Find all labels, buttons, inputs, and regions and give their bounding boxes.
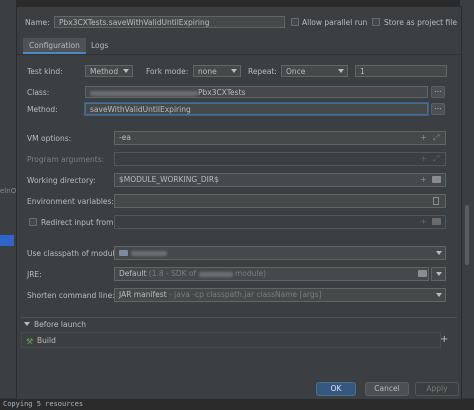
plus-icon[interactable]: +: [420, 134, 427, 142]
divider: [21, 317, 457, 318]
shorten-detail: - java -cp classpath.jar className [args…: [169, 290, 322, 299]
run-configuration-dialog: Name: Pbx3CXTests.saveWithValidUntilExpi…: [16, 6, 462, 400]
class-input[interactable]: Pbx3CXTests: [85, 86, 428, 98]
folder-icon[interactable]: [432, 176, 441, 183]
scrollbar-thumb[interactable]: [465, 205, 469, 265]
redacted-text: [131, 250, 167, 256]
console-text: Copying 5 resources: [3, 400, 84, 408]
allow-parallel-label: Allow parallel run: [302, 18, 368, 27]
env-vars-input[interactable]: [114, 194, 446, 208]
jre-detail-suffix: module): [234, 269, 267, 278]
method-browse-button[interactable]: ...: [431, 103, 445, 115]
left-panel-fragment: elnO: [0, 187, 17, 195]
fork-mode-select[interactable]: none: [193, 65, 241, 77]
before-launch-item[interactable]: Build: [37, 336, 56, 345]
plus-icon[interactable]: +: [420, 176, 427, 184]
name-label: Name:: [25, 18, 50, 27]
folder-icon[interactable]: [432, 218, 441, 225]
redirect-input-field[interactable]: [114, 215, 446, 229]
redacted-text: [90, 90, 198, 96]
store-project-label: Store as project file: [384, 18, 457, 27]
class-browse-button[interactable]: ...: [431, 86, 445, 98]
tabs-bar: Configuration Logs: [17, 38, 461, 55]
document-icon[interactable]: [433, 197, 439, 205]
jre-label: JRE:: [27, 270, 42, 279]
test-kind-label: Test kind:: [27, 67, 63, 76]
repeat-count-input[interactable]: 1: [355, 65, 447, 77]
env-vars-label: Environment variables:: [27, 197, 114, 206]
ok-button[interactable]: OK: [316, 382, 356, 396]
redirect-input-label: Redirect input from:: [41, 218, 116, 227]
shorten-label: Shorten command line:: [27, 291, 115, 300]
vm-options-value: -ea: [119, 133, 131, 142]
plus-icon[interactable]: +: [420, 218, 427, 226]
jre-value: Default: [119, 269, 147, 278]
expand-icon[interactable]: ⤢: [433, 134, 439, 142]
ide-left-panel: elnO: [0, 0, 16, 409]
class-label: Class:: [27, 88, 50, 97]
test-kind-select[interactable]: Method: [85, 65, 133, 77]
test-kind-value: Method: [90, 67, 119, 76]
folder-icon[interactable]: [418, 270, 427, 277]
left-panel-selection: [0, 235, 14, 246]
tab-logs[interactable]: Logs: [85, 38, 114, 54]
module-icon: [119, 250, 128, 256]
apply-button[interactable]: Apply: [415, 382, 459, 396]
ide-right-gutter: [460, 0, 474, 409]
chevron-down-icon: [231, 69, 237, 73]
vm-options-input[interactable]: -ea: [114, 131, 446, 145]
classpath-label: Use classpath of module:: [27, 249, 122, 258]
method-label: Method:: [27, 105, 58, 114]
repeat-value: Once: [286, 67, 306, 76]
before-launch-label[interactable]: Before launch: [34, 320, 86, 329]
method-input[interactable]: saveWithValidUntilExpiring: [85, 103, 428, 115]
shorten-command-select[interactable]: JAR manifest - java -cp classpath.jar cl…: [114, 288, 446, 302]
redirect-input-checkbox[interactable]: [29, 218, 37, 226]
collapse-triangle-icon[interactable]: [24, 322, 30, 326]
allow-parallel-checkbox[interactable]: [291, 18, 299, 26]
program-args-input[interactable]: [114, 152, 446, 166]
jre-detail-prefix: (1.8 - SDK of: [148, 269, 197, 278]
jre-input[interactable]: Default (1.8 - SDK of module): [114, 267, 429, 281]
cancel-button[interactable]: Cancel: [365, 382, 409, 396]
before-launch-list: ⚒ Build: [21, 332, 441, 348]
working-dir-label: Working directory:: [27, 176, 96, 185]
program-args-label: Program arguments:: [27, 155, 105, 164]
chevron-down-icon: [436, 251, 442, 255]
chevron-down-icon: [436, 272, 442, 276]
add-task-icon[interactable]: +: [440, 335, 448, 345]
fork-mode-label: Fork mode:: [146, 67, 189, 76]
chevron-down-icon: [436, 293, 442, 297]
shorten-value: JAR manifest: [119, 290, 167, 299]
chevron-down-icon: [123, 69, 129, 73]
working-dir-input[interactable]: $MODULE_WORKING_DIR$: [114, 173, 446, 187]
working-dir-value: $MODULE_WORKING_DIR$: [119, 175, 219, 184]
hammer-icon: ⚒: [26, 337, 34, 346]
jre-dropdown-button[interactable]: [431, 267, 446, 281]
redacted-text: [198, 271, 233, 277]
classpath-module-select[interactable]: [114, 246, 446, 260]
repeat-select[interactable]: Once: [281, 65, 348, 77]
store-project-checkbox[interactable]: [372, 18, 380, 26]
fork-mode-value: none: [198, 67, 217, 76]
tab-configuration[interactable]: Configuration: [23, 38, 86, 54]
plus-icon[interactable]: +: [420, 155, 427, 163]
vm-options-label: VM options:: [27, 134, 72, 143]
repeat-label: Repeat:: [248, 67, 277, 76]
name-input[interactable]: Pbx3CXTests.saveWithValidUntilExpiring: [54, 16, 285, 28]
class-value: Pbx3CXTests: [198, 88, 246, 97]
expand-icon[interactable]: ⤢: [433, 155, 439, 163]
chevron-down-icon: [338, 69, 344, 73]
